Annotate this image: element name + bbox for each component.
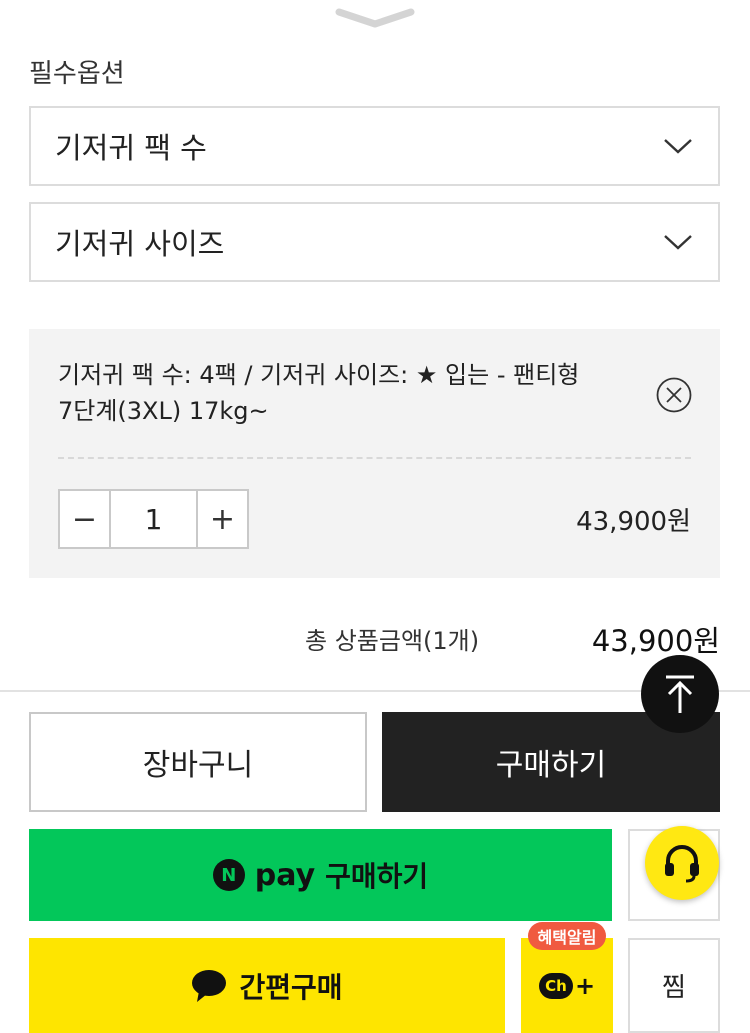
total-price-value: 43,900원 [591, 624, 720, 658]
selected-option-line1: 기저귀 팩 수: 4팩 / 기저귀 사이즈: ★ 입는 - 팬티형 [58, 361, 580, 389]
selected-option-description: 기저귀 팩 수: 4팩 / 기저귀 사이즈: ★ 입는 - 팬티형 7단계(3X… [58, 357, 648, 429]
chevron-down-icon [664, 139, 692, 154]
remove-option-icon[interactable] [655, 376, 693, 414]
increase-quantity-button[interactable]: + [198, 491, 247, 547]
kakao-quick-buy-button[interactable]: 간편구매 [29, 938, 505, 1033]
npay-buy-button[interactable]: N pay 구매하기 [29, 829, 612, 921]
chat-bubble-icon [192, 969, 227, 1002]
total-price-label: 총 상품금액(1개) [305, 627, 480, 655]
wishlist-button[interactable]: 찜 [628, 938, 720, 1033]
required-options-label: 필수옵션 [29, 59, 125, 89]
product-option-panel: 필수옵션 기저귀 팩 수 기저귀 사이즈 기저귀 팩 수: 4팩 / 기저귀 사… [0, 0, 750, 1033]
arrow-up-icon [666, 675, 694, 713]
pack-count-select-label: 기저귀 팩 수 [55, 131, 207, 165]
benefit-alert-badge: 혜택알림 [528, 922, 606, 950]
kakao-channel-button[interactable]: Ch + [521, 938, 613, 1033]
quantity-input[interactable]: 1 [109, 491, 198, 547]
headset-icon [665, 845, 699, 883]
channel-plus-icon: + [574, 971, 596, 1000]
channel-logo-icon: Ch [538, 972, 573, 999]
add-to-cart-button[interactable]: 장바구니 [29, 712, 367, 812]
quantity-stepper: − 1 + [58, 489, 249, 549]
option-price: 43,900원 [576, 507, 691, 537]
customer-support-button[interactable] [645, 826, 719, 900]
diaper-size-select[interactable]: 기저귀 사이즈 [29, 202, 720, 282]
selected-option-line2: 7단계(3XL) 17kg~ [58, 397, 269, 425]
selected-option-card: 기저귀 팩 수: 4팩 / 기저귀 사이즈: ★ 입는 - 팬티형 7단계(3X… [29, 329, 720, 578]
decrease-quantity-button[interactable]: − [60, 491, 109, 547]
npay-buy-label: 구매하기 [325, 860, 429, 893]
section-divider [0, 690, 750, 692]
pack-count-select[interactable]: 기저귀 팩 수 [29, 106, 720, 186]
npay-logo-icon: N [212, 859, 245, 891]
kakao-quick-buy-label: 간편구매 [239, 970, 343, 1004]
scroll-to-top-button[interactable] [641, 655, 719, 733]
chevron-down-icon [664, 235, 692, 250]
card-divider [58, 457, 691, 459]
diaper-size-select-label: 기저귀 사이즈 [55, 227, 225, 261]
collapse-chevron-icon[interactable] [335, 6, 415, 30]
npay-wordmark: pay [254, 857, 316, 893]
